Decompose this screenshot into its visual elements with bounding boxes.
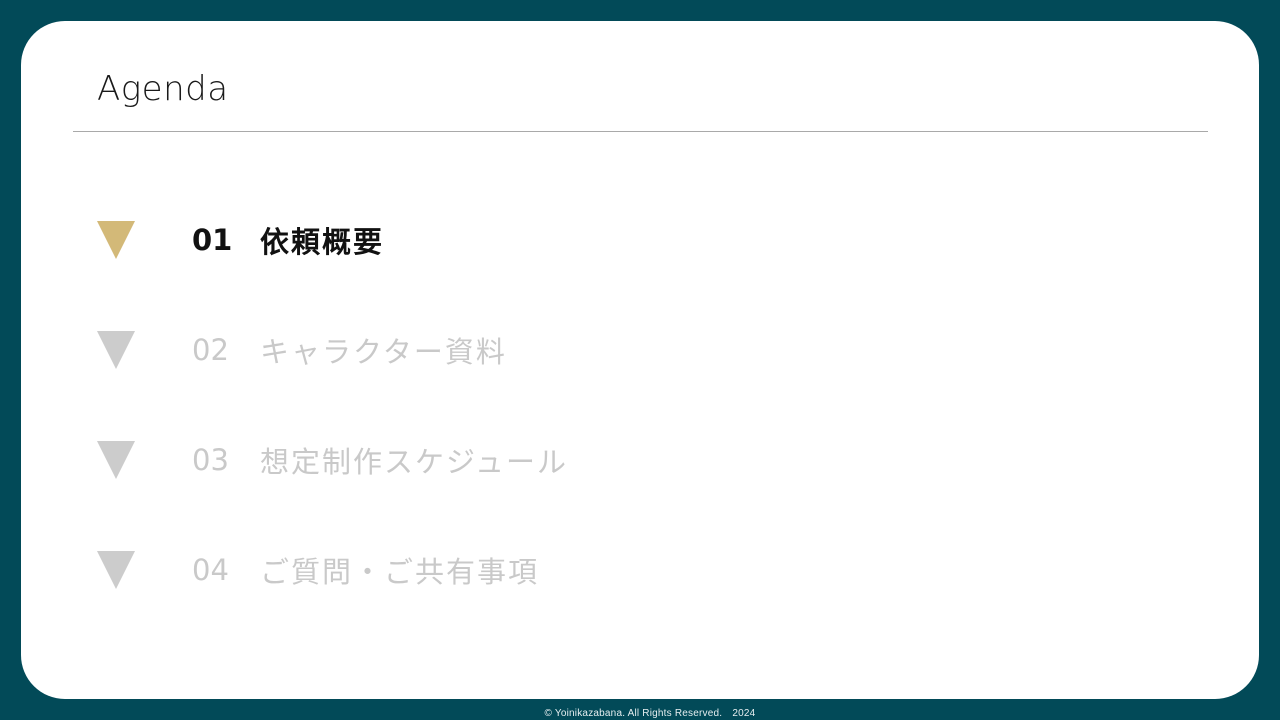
agenda-item-label: 想定制作スケジュール	[260, 445, 568, 479]
triangle-marker-icon	[97, 441, 135, 479]
copyright-footer: © Yoinikazabana. All Rights Reserved. 20…	[544, 708, 756, 719]
agenda-item-4[interactable]: 04 ご質問・ご共有事項	[97, 548, 539, 592]
agenda-item-2[interactable]: 02 キャラクター資料	[97, 328, 507, 372]
agenda-item-3[interactable]: 03 想定制作スケジュール	[97, 438, 568, 482]
agenda-item-number: 03	[192, 443, 229, 477]
agenda-item-number: 04	[192, 553, 229, 587]
triangle-marker-icon	[97, 551, 135, 589]
agenda-item-label: キャラクター資料	[260, 335, 507, 369]
page-title: Agenda	[97, 69, 229, 109]
content-card: Agenda 01 依頼概要 02 キャラクター資料 03 想定制作スケジュール…	[21, 21, 1259, 699]
slide: Agenda 01 依頼概要 02 キャラクター資料 03 想定制作スケジュール…	[0, 0, 1280, 720]
triangle-marker-icon	[97, 331, 135, 369]
agenda-item-number: 01	[192, 223, 233, 257]
title-divider	[73, 131, 1208, 132]
agenda-item-label: 依頼概要	[260, 225, 385, 259]
triangle-marker-icon	[97, 221, 135, 259]
agenda-item-number: 02	[192, 333, 229, 367]
agenda-item-label: ご質問・ご共有事項	[260, 555, 540, 589]
agenda-item-1[interactable]: 01 依頼概要	[97, 218, 384, 262]
